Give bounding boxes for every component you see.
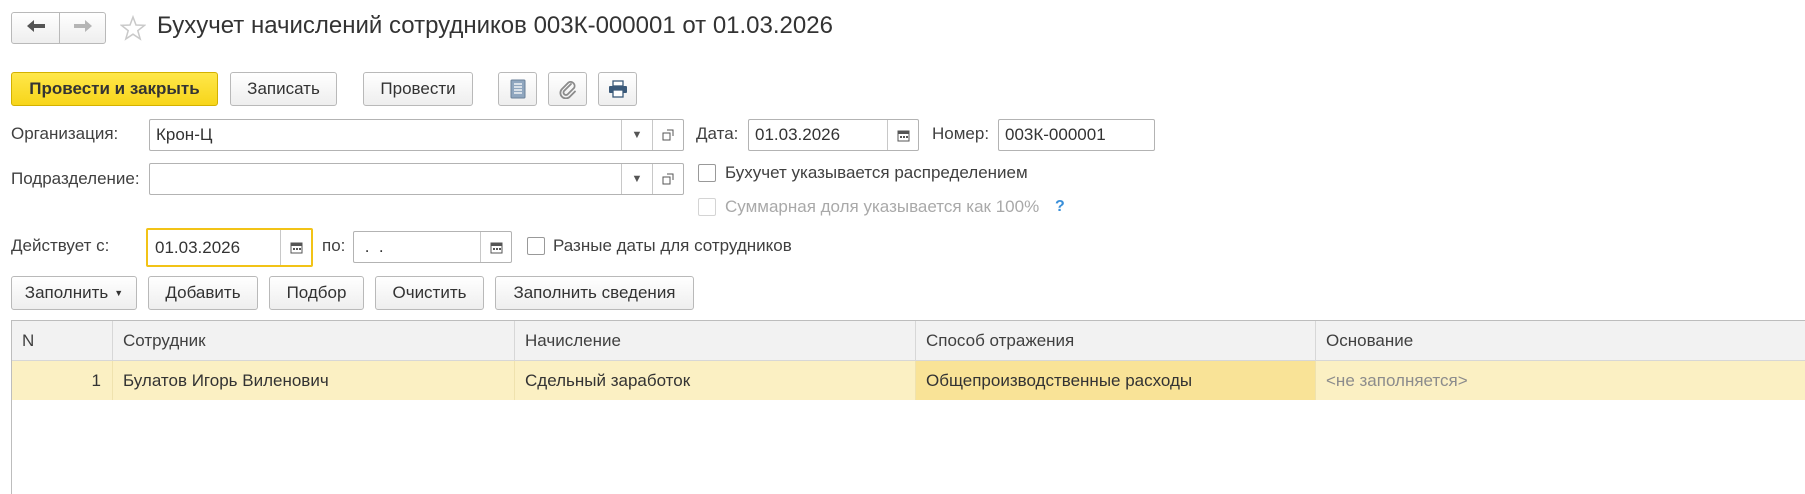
distribution-checkbox[interactable] — [698, 164, 716, 182]
column-header-employee[interactable]: Сотрудник — [113, 321, 515, 361]
table-row-accrual[interactable]: Сдельный заработок — [515, 361, 916, 400]
table-row-method[interactable]: Общепроизводственные расходы — [916, 361, 1316, 400]
date-field[interactable]: 01.03.2026 — [748, 119, 919, 151]
table-row-employee[interactable]: Булатов Игорь Виленович — [113, 361, 515, 400]
clear-button[interactable]: Очистить — [375, 276, 484, 310]
organization-label: Организация: — [11, 124, 119, 143]
paperclip-icon — [559, 79, 577, 99]
valid-from-label: Действует с: — [11, 236, 110, 255]
star-icon[interactable] — [119, 14, 147, 46]
printer-icon — [608, 80, 628, 98]
calendar-icon[interactable] — [887, 120, 918, 150]
column-header-basis[interactable]: Основание — [1316, 321, 1805, 361]
open-icon[interactable] — [652, 120, 683, 150]
dropdown-arrow-icon[interactable]: ▼ — [621, 120, 652, 150]
document-list-icon — [510, 79, 526, 99]
print-button[interactable] — [598, 72, 637, 106]
help-icon[interactable]: ? — [1055, 198, 1065, 216]
table-row-n[interactable]: 1 — [12, 361, 113, 400]
table-row-basis[interactable]: <не заполняется> — [1316, 361, 1805, 400]
dropdown-arrow-icon[interactable]: ▼ — [621, 164, 652, 194]
valid-from-value: 01.03.2026 — [155, 237, 241, 257]
column-header-n[interactable]: N — [12, 321, 113, 361]
different-dates-label: Разные даты для сотрудников — [553, 236, 792, 255]
save-button[interactable]: Записать — [230, 72, 337, 106]
valid-to-field[interactable]: . . — [353, 231, 512, 263]
back-button[interactable] — [11, 12, 60, 44]
page-title: Бухучет начислений сотрудников 003К-0000… — [157, 12, 833, 39]
attach-button[interactable] — [548, 72, 587, 106]
column-header-accrual[interactable]: Начисление — [515, 321, 916, 361]
number-label: Номер: — [932, 124, 990, 143]
department-label: Подразделение: — [11, 169, 140, 188]
post-and-close-button[interactable]: Провести и закрыть — [11, 72, 218, 106]
distribution-label: Бухучет указывается распределением — [725, 163, 1028, 182]
valid-from-field[interactable]: 01.03.2026 — [146, 228, 313, 267]
pick-button[interactable]: Подбор — [269, 276, 364, 310]
organization-value: Крон-Ц — [156, 125, 213, 144]
calendar-icon[interactable] — [280, 230, 311, 265]
total-share-label: Суммарная доля указывается как 100% — [725, 197, 1040, 216]
to-label: по: — [322, 236, 346, 255]
number-field[interactable]: 003К-000001 — [998, 119, 1155, 151]
number-value: 003К-000001 — [1005, 125, 1106, 144]
calendar-icon[interactable] — [480, 232, 511, 262]
arrow-right-icon — [73, 18, 93, 38]
organization-field[interactable]: Крон-Ц ▼ — [149, 119, 684, 151]
fill-button[interactable]: Заполнить ▼ — [11, 276, 137, 310]
column-header-method[interactable]: Способ отражения — [916, 321, 1316, 361]
employees-table: N Сотрудник Начисление Способ отражения … — [11, 320, 1805, 494]
dropdown-arrow-icon: ▼ — [114, 288, 124, 298]
arrow-left-icon — [26, 18, 46, 38]
forward-button[interactable] — [59, 12, 106, 44]
valid-to-value: . . — [360, 237, 384, 256]
different-dates-checkbox[interactable] — [527, 237, 545, 255]
fill-info-button[interactable]: Заполнить сведения — [495, 276, 694, 310]
total-share-checkbox — [698, 198, 716, 216]
department-field[interactable]: ▼ — [149, 163, 684, 195]
post-button[interactable]: Провести — [363, 72, 473, 106]
date-value: 01.03.2026 — [755, 125, 841, 144]
open-icon[interactable] — [652, 164, 683, 194]
document-list-button[interactable] — [498, 72, 537, 106]
date-label: Дата: — [696, 124, 739, 143]
fill-label: Заполнить — [24, 283, 109, 302]
add-button[interactable]: Добавить — [148, 276, 258, 310]
